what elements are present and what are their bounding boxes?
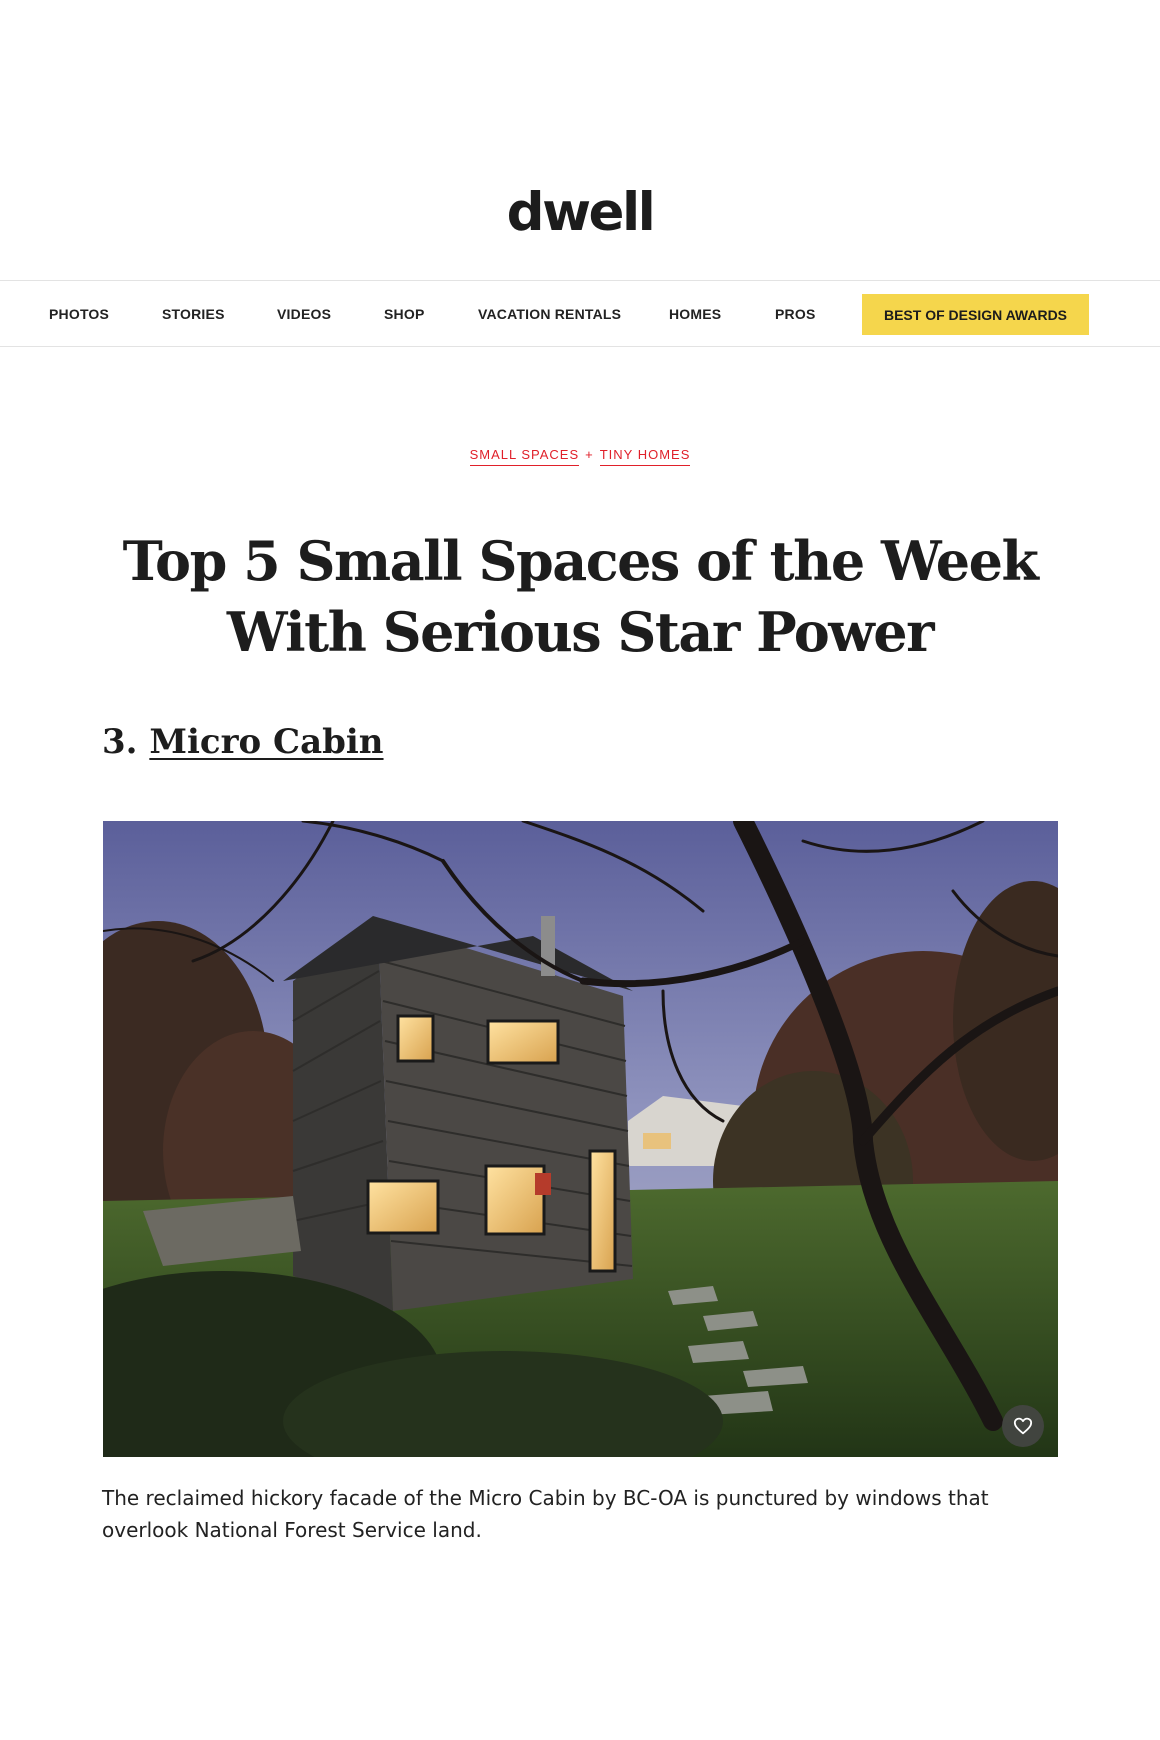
heart-icon: [1013, 1417, 1033, 1435]
photo-caption: The reclaimed hickory facade of the Micr…: [102, 1486, 989, 1542]
main-nav: PHOTOS STORIES VIDEOS SHOP VACATION RENT…: [0, 280, 1160, 347]
category-tags: SMALL SPACES + TINY HOMES: [0, 447, 1160, 466]
section-number: 3.: [102, 722, 138, 762]
favorite-button[interactable]: [1002, 1405, 1044, 1447]
category-link-tiny-homes[interactable]: TINY HOMES: [599, 447, 691, 466]
nav-item-photos[interactable]: PHOTOS: [49, 281, 109, 346]
category-link-small-spaces[interactable]: SMALL SPACES: [469, 447, 580, 466]
cabin-photo: [103, 821, 1058, 1457]
article-title-line-2: With Serious Star Power: [226, 600, 935, 664]
article-title: Top 5 Small Spaces of the Week With Seri…: [60, 526, 1100, 668]
best-of-design-awards-button[interactable]: BEST OF DESIGN AWARDS: [862, 294, 1089, 335]
article-title-line-1: Top 5 Small Spaces of the Week: [122, 529, 1039, 593]
nav-item-pros[interactable]: PROS: [775, 281, 815, 346]
section-heading: 3. Micro Cabin: [102, 722, 384, 762]
section-title-link[interactable]: Micro Cabin: [149, 722, 383, 762]
nav-item-vacation-rentals[interactable]: VACATION RENTALS: [478, 281, 621, 346]
nav-item-homes[interactable]: HOMES: [669, 281, 721, 346]
category-separator: +: [585, 447, 594, 462]
nav-item-shop[interactable]: SHOP: [384, 281, 424, 346]
site-logo[interactable]: dwell: [0, 186, 1160, 239]
nav-item-videos[interactable]: VIDEOS: [277, 281, 331, 346]
nav-item-stories[interactable]: STORIES: [162, 281, 225, 346]
